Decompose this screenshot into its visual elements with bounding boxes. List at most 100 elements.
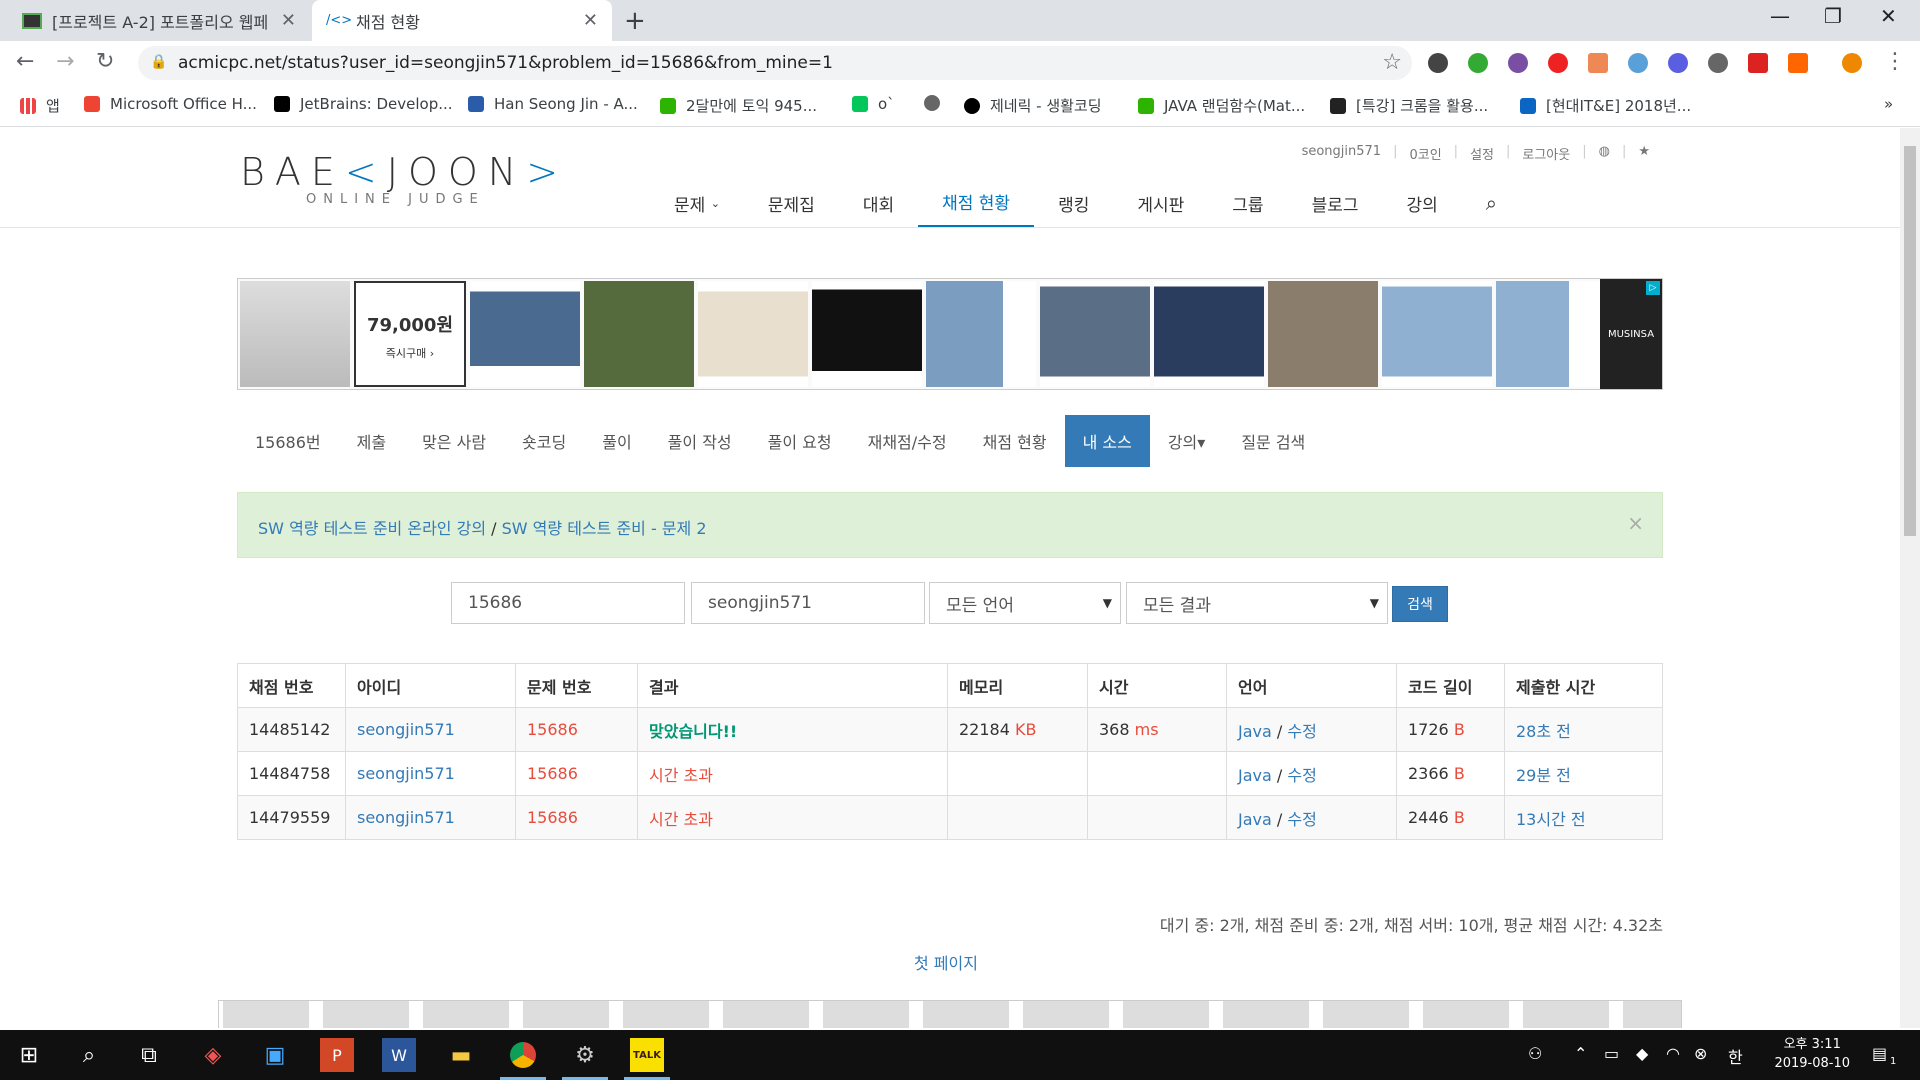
extension-icon[interactable] bbox=[1748, 53, 1768, 73]
ad-product-image[interactable] bbox=[812, 281, 922, 387]
ad-banner[interactable]: 79,000원 즉시구매 › MUSINSA ▷ bbox=[237, 278, 1663, 390]
bookmarks-overflow-icon[interactable]: » bbox=[1884, 95, 1893, 113]
notification-icon[interactable]: ▤ bbox=[1872, 1044, 1887, 1063]
nav-lecture[interactable]: 강의 bbox=[1382, 178, 1461, 228]
ad-product-image[interactable] bbox=[1268, 281, 1378, 387]
network-app-icon[interactable]: ▣ bbox=[258, 1038, 292, 1072]
language-select[interactable]: 모든 언어 ▼ bbox=[929, 582, 1121, 624]
extension-icon[interactable] bbox=[1588, 53, 1608, 73]
ad-product-image[interactable] bbox=[1040, 281, 1150, 387]
pmenu-lecture[interactable]: 강의▾ bbox=[1150, 415, 1223, 467]
logout-link[interactable]: 로그아웃 bbox=[1522, 144, 1570, 163]
back-icon[interactable]: ← bbox=[16, 49, 34, 74]
dropbox-icon[interactable]: ◆ bbox=[1636, 1044, 1648, 1063]
edit-link[interactable]: 수정 bbox=[1287, 810, 1316, 829]
username-link[interactable]: seongjin571 bbox=[1302, 144, 1382, 163]
ad-product-image[interactable] bbox=[584, 281, 694, 387]
address-bar[interactable]: 🔒 acmicpc.net/status?user_id=seongjin571… bbox=[138, 46, 1412, 80]
user-link[interactable]: seongjin571 bbox=[345, 751, 516, 796]
nav-status[interactable]: 채점 현황 bbox=[918, 178, 1035, 228]
nav-workbook[interactable]: 문제집 bbox=[744, 178, 839, 228]
pmenu-write-solution[interactable]: 풀이 작성 bbox=[650, 415, 750, 467]
restore-icon[interactable]: ❐ bbox=[1824, 4, 1842, 28]
alert-link-lecture[interactable]: SW 역량 테스트 준비 온라인 강의 bbox=[258, 519, 486, 538]
page-scrollbar[interactable] bbox=[1900, 128, 1920, 1028]
wifi-icon[interactable]: ◠ bbox=[1666, 1044, 1680, 1063]
problem-link[interactable]: 15686 bbox=[515, 751, 638, 796]
ad-product-image[interactable] bbox=[1382, 281, 1492, 387]
nav-problems[interactable]: 문제 ⌄ bbox=[650, 178, 744, 228]
close-tab-icon[interactable]: ✕ bbox=[583, 10, 598, 31]
ad-product-image[interactable] bbox=[1154, 281, 1264, 387]
problem-link[interactable]: 15686 bbox=[515, 707, 638, 752]
extension-icon[interactable] bbox=[1428, 53, 1448, 73]
source-link[interactable]: Java bbox=[1238, 766, 1272, 785]
first-page-link[interactable]: 첫 페이지 bbox=[914, 950, 978, 974]
minimize-icon[interactable]: — bbox=[1770, 4, 1790, 28]
close-tab-icon[interactable]: ✕ bbox=[281, 10, 296, 31]
ime-indicator[interactable]: 한 bbox=[1728, 1044, 1743, 1068]
problem-link[interactable]: 15686 bbox=[515, 795, 638, 840]
word-icon[interactable]: W bbox=[382, 1038, 416, 1072]
alert-link-problem[interactable]: SW 역량 테스트 준비 - 문제 2 bbox=[502, 519, 707, 538]
nav-board[interactable]: 게시판 bbox=[1113, 178, 1208, 228]
source-link[interactable]: Java bbox=[1238, 810, 1272, 829]
menu-kebab-icon[interactable]: ⋮ bbox=[1884, 49, 1906, 74]
pmenu-my-source[interactable]: 내 소스 bbox=[1064, 415, 1150, 467]
new-tab-icon[interactable]: + bbox=[624, 6, 646, 36]
extension-icon[interactable] bbox=[1668, 53, 1688, 73]
pmenu-accepted-users[interactable]: 맞은 사람 bbox=[404, 415, 504, 467]
task-view-icon[interactable]: ⧉ bbox=[132, 1038, 166, 1072]
browser-tab-status[interactable]: /<> 채점 현황 ✕ bbox=[312, 0, 612, 41]
gear-app-icon[interactable]: ⚙ bbox=[562, 1038, 608, 1080]
bookmark-item[interactable]: JetBrains: Develop... bbox=[274, 95, 453, 113]
nav-group[interactable]: 그룹 bbox=[1208, 178, 1287, 228]
result-select[interactable]: 모든 결과 ▼ bbox=[1126, 582, 1388, 624]
nav-blog[interactable]: 블로그 bbox=[1288, 178, 1383, 228]
extension-icon[interactable] bbox=[1628, 53, 1648, 73]
bookmark-item[interactable]: o` bbox=[852, 95, 895, 113]
pmenu-submit[interactable]: 제출 bbox=[339, 415, 404, 467]
pmenu-question-search[interactable]: 질문 검색 bbox=[1223, 415, 1323, 467]
bookmark-item[interactable] bbox=[924, 95, 950, 111]
close-icon[interactable]: × bbox=[1627, 511, 1644, 535]
bookmark-apps[interactable]: 앱 bbox=[20, 95, 60, 116]
ad-product-image[interactable] bbox=[1496, 281, 1600, 387]
search-icon[interactable]: ⌕ bbox=[72, 1038, 106, 1072]
user-link[interactable]: seongjin571 bbox=[345, 795, 516, 840]
pmenu-status[interactable]: 채점 현황 bbox=[965, 415, 1065, 467]
reload-icon[interactable]: ↻ bbox=[96, 49, 114, 74]
kakaotalk-icon[interactable]: TALK bbox=[624, 1038, 670, 1080]
user-link[interactable]: seongjin571 bbox=[345, 707, 516, 752]
system-clock[interactable]: 오후 3:11 2019-08-10 bbox=[1774, 1035, 1850, 1073]
bookmark-star-icon[interactable]: ☆ bbox=[1382, 50, 1402, 75]
extension-icon[interactable] bbox=[1508, 53, 1528, 73]
bookmark-item[interactable]: Han Seong Jin - A... bbox=[468, 95, 638, 113]
close-window-icon[interactable]: ✕ bbox=[1880, 4, 1897, 28]
extension-icon[interactable] bbox=[1468, 53, 1488, 73]
globe-icon[interactable]: ◍ bbox=[1599, 144, 1610, 163]
profile-avatar[interactable] bbox=[1842, 53, 1862, 73]
bottom-ad-banner[interactable] bbox=[218, 1000, 1682, 1028]
bookmark-item[interactable]: 제네릭 - 생활코딩 bbox=[964, 95, 1102, 116]
volume-muted-icon[interactable]: ⊗ bbox=[1694, 1044, 1707, 1063]
user-id-input[interactable]: seongjin571 bbox=[691, 582, 925, 624]
star-icon[interactable]: ★ bbox=[1638, 144, 1650, 163]
ad-product-image[interactable] bbox=[470, 281, 580, 387]
submitted-time-link[interactable]: 28초 전 bbox=[1504, 707, 1663, 752]
extension-icon[interactable] bbox=[1788, 53, 1808, 73]
bookmark-item[interactable]: Microsoft Office H... bbox=[84, 95, 257, 113]
windows-start-icon[interactable]: ⊞ bbox=[12, 1038, 46, 1072]
submitted-time-link[interactable]: 13시간 전 bbox=[1504, 795, 1663, 840]
pmenu-short-coding[interactable]: 숏코딩 bbox=[504, 415, 584, 467]
site-logo[interactable]: BAE<JOON> ONLINE JUDGE bbox=[240, 150, 568, 207]
source-link[interactable]: Java bbox=[1238, 722, 1272, 741]
problem-id-input[interactable]: 15686 bbox=[451, 582, 685, 624]
battery-icon[interactable]: ▭ bbox=[1604, 1044, 1619, 1063]
pmenu-problem[interactable]: 15686번 bbox=[237, 415, 339, 467]
ad-price-card[interactable]: 79,000원 즉시구매 › bbox=[354, 281, 466, 387]
bookmark-item[interactable]: 2달만에 토익 945... bbox=[660, 95, 817, 116]
app-icon[interactable]: ◈ bbox=[196, 1038, 230, 1072]
chrome-icon[interactable] bbox=[500, 1038, 546, 1080]
browser-tab-portfolio[interactable]: [프로젝트 A-2] 포트폴리오 웹페 ✕ bbox=[8, 0, 310, 41]
